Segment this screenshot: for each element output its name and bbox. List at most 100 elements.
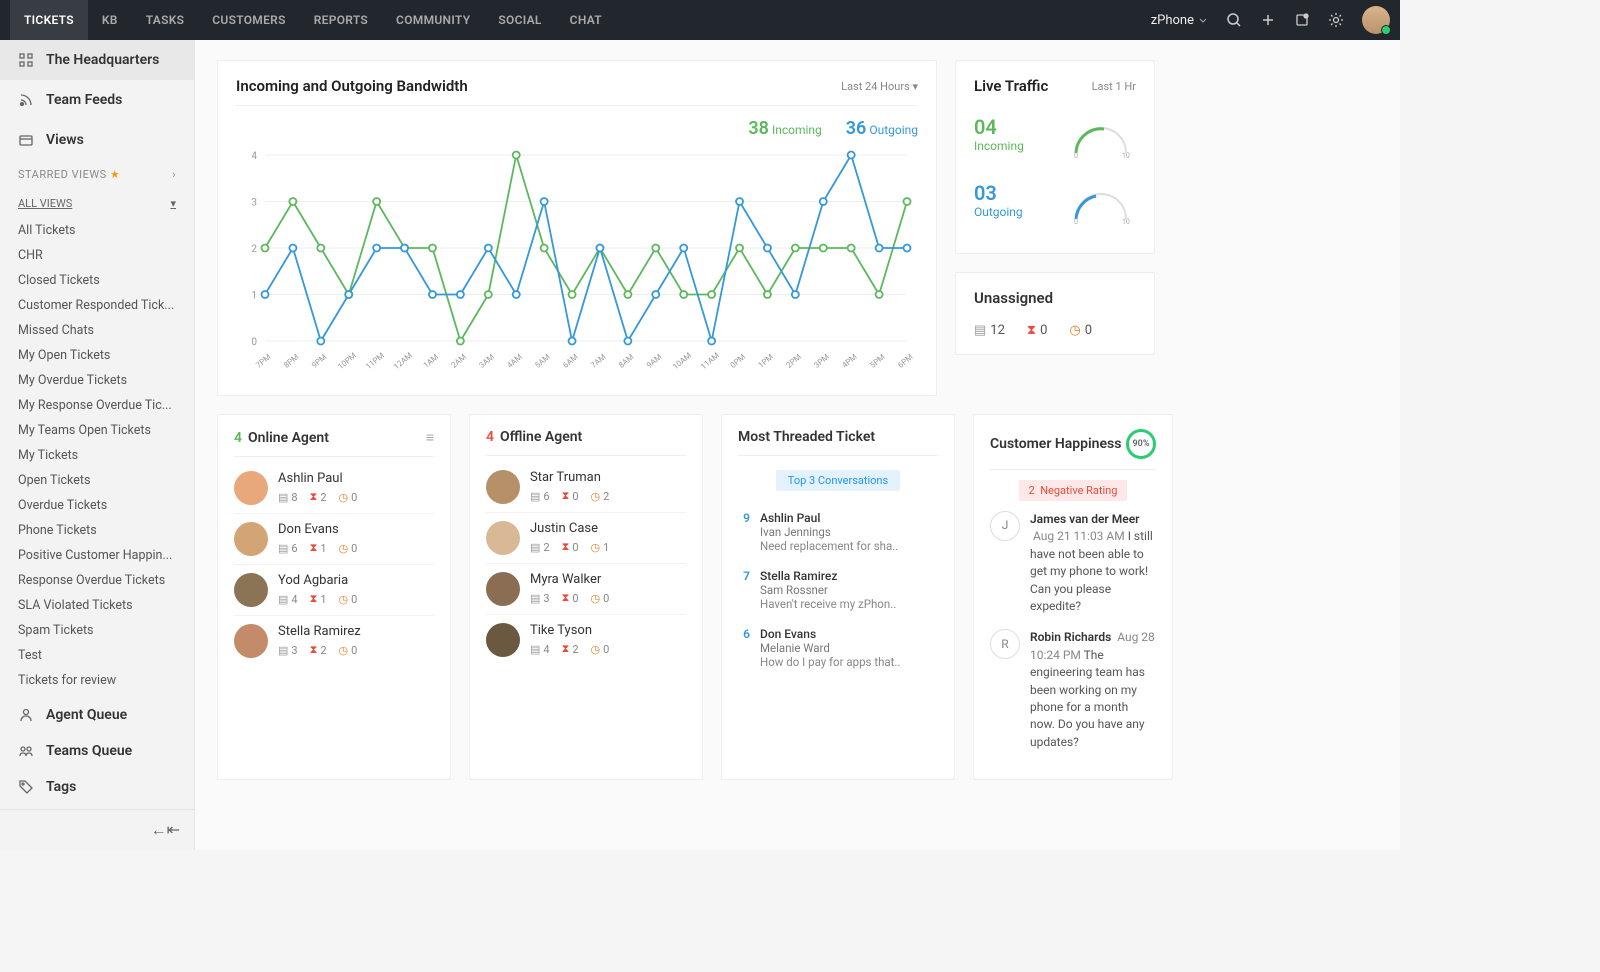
svg-text:6AM: 6AM: [561, 352, 580, 370]
view-item[interactable]: Open Tickets: [0, 468, 194, 493]
feed-icon: [18, 92, 34, 108]
hourglass-icon: ⧗: [1027, 323, 1036, 338]
most-threaded-card: Most Threaded Ticket Top 3 Conversations…: [721, 414, 955, 780]
agent-row[interactable]: Don Evans▤6⧗1◷0: [234, 514, 434, 565]
clock-icon: ◷: [339, 542, 349, 555]
svg-text:9PM: 9PM: [310, 352, 328, 370]
online-agents-card: 4Online Agent≡ Ashlin Paul▤8⧗2◷0Don Evan…: [217, 414, 451, 780]
all-views-header[interactable]: ALL VIEWS ▾: [0, 189, 194, 218]
svg-text:7AM: 7AM: [589, 352, 608, 370]
grid-icon: [18, 52, 34, 68]
tags-icon: [18, 779, 34, 795]
agent-row[interactable]: Ashlin Paul▤8⧗2◷0: [234, 463, 434, 514]
hourglass-icon: ⧗: [310, 541, 318, 555]
search-icon[interactable]: [1226, 12, 1242, 28]
user-avatar[interactable]: [1362, 6, 1390, 34]
sidebar-item-tags[interactable]: Tags: [0, 769, 194, 805]
nav-chat[interactable]: CHAT: [556, 0, 616, 40]
view-item[interactable]: My Tickets: [0, 443, 194, 468]
collapse-sidebar-button[interactable]: ←⇤: [0, 809, 194, 850]
hourglass-icon: ⧗: [562, 489, 570, 503]
sidebar-item-teams-queue[interactable]: Teams Queue: [0, 733, 194, 769]
agent-row[interactable]: Myra Walker▤3⧗0◷0: [486, 564, 686, 615]
offline-agents-card: 4Offline Agent Star Truman▤6⧗0◷2Justin C…: [469, 414, 703, 780]
clock-icon: ◷: [339, 644, 349, 657]
thread-item[interactable]: 9Ashlin PaulIvan JenningsNeed replacemen…: [738, 503, 938, 561]
view-item[interactable]: Positive Customer Happin...: [0, 543, 194, 568]
sidebar-item-views[interactable]: Views: [0, 120, 194, 160]
live-traffic-card: Live TrafficLast 1 Hr 04Incoming 010 03O…: [955, 60, 1155, 254]
agent-row[interactable]: Yod Agbaria▤4⧗1◷0: [234, 565, 434, 616]
menu-icon[interactable]: ≡: [426, 429, 434, 446]
sidebar-item-the-headquarters[interactable]: The Headquarters: [0, 40, 194, 80]
view-item[interactable]: Tickets for review: [0, 668, 194, 693]
view-item[interactable]: SLA Violated Tickets: [0, 593, 194, 618]
customer-happiness-card: Customer Happiness90% 2 Negative Rating …: [973, 414, 1173, 780]
review-item[interactable]: JJames van der Meer Aug 21 11:03 AM I st…: [990, 511, 1156, 615]
hourglass-icon: ⧗: [562, 591, 570, 605]
chevron-right-icon: ›: [172, 168, 176, 181]
view-item[interactable]: Missed Chats: [0, 318, 194, 343]
view-item[interactable]: All Tickets: [0, 218, 194, 243]
agent-name: Don Evans: [278, 522, 357, 537]
nav-social[interactable]: SOCIAL: [484, 0, 555, 40]
view-item[interactable]: Closed Tickets: [0, 268, 194, 293]
plus-icon[interactable]: [1260, 12, 1276, 28]
view-item[interactable]: Response Overdue Tickets: [0, 568, 194, 593]
agent-icon: [18, 707, 34, 723]
view-item[interactable]: Overdue Tickets: [0, 493, 194, 518]
clock-icon: ◷: [339, 491, 349, 504]
view-item[interactable]: Phone Tickets: [0, 518, 194, 543]
svg-text:8AM: 8AM: [617, 352, 636, 370]
view-item[interactable]: Customer Responded Tick...: [0, 293, 194, 318]
nav-customers[interactable]: CUSTOMERS: [198, 0, 299, 40]
nav-kb[interactable]: KB: [88, 0, 132, 40]
agent-avatar: [234, 471, 268, 505]
notification-icon[interactable]: [1294, 12, 1310, 28]
nav-community[interactable]: COMMUNITY: [382, 0, 484, 40]
agent-avatar: [234, 624, 268, 658]
agent-avatar: [486, 470, 520, 504]
gear-icon[interactable]: [1328, 12, 1344, 28]
view-item[interactable]: CHR: [0, 243, 194, 268]
agent-row[interactable]: Star Truman▤6⧗0◷2: [486, 462, 686, 513]
views-icon: [18, 132, 34, 148]
agent-row[interactable]: Stella Ramirez▤3⧗2◷0: [234, 616, 434, 666]
svg-text:10AM: 10AM: [671, 351, 693, 372]
nav-reports[interactable]: REPORTS: [300, 0, 382, 40]
svg-text:2: 2: [251, 244, 257, 255]
svg-text:1PM: 1PM: [757, 352, 775, 370]
svg-text:5AM: 5AM: [533, 352, 552, 370]
svg-text:1AM: 1AM: [422, 352, 441, 370]
starred-views-header[interactable]: STARRED VIEWS ★ ›: [0, 160, 194, 189]
agent-row[interactable]: Tike Tyson▤4⧗2◷0: [486, 615, 686, 665]
svg-text:8PM: 8PM: [282, 352, 300, 370]
agent-name: Star Truman: [530, 470, 609, 485]
hourglass-icon: ⧗: [310, 592, 318, 606]
view-item[interactable]: My Overdue Tickets: [0, 368, 194, 393]
view-item[interactable]: Test: [0, 643, 194, 668]
agent-row[interactable]: Justin Case▤2⧗0◷1: [486, 513, 686, 564]
nav-tasks[interactable]: TASKS: [132, 0, 199, 40]
svg-text:3AM: 3AM: [477, 352, 496, 370]
sidebar-item-team-feeds[interactable]: Team Feeds: [0, 80, 194, 120]
clock-icon: ◷: [1069, 323, 1080, 338]
brand-selector[interactable]: zPhone: [1151, 13, 1208, 28]
clock-icon: ◷: [339, 593, 349, 606]
view-item[interactable]: My Open Tickets: [0, 343, 194, 368]
svg-text:4AM: 4AM: [505, 352, 524, 370]
view-item[interactable]: My Teams Open Tickets: [0, 418, 194, 443]
bandwidth-title: Incoming and Outgoing Bandwidth: [236, 77, 468, 95]
clock-icon: ◷: [591, 643, 601, 656]
document-icon: ▤: [530, 592, 540, 605]
review-item[interactable]: RRobin Richards Aug 28 10:24 PM The engi…: [990, 629, 1156, 751]
thread-item[interactable]: 7Stella RamirezSam RossnerHaven't receiv…: [738, 561, 938, 619]
document-icon: ▤: [530, 643, 540, 656]
nav-tickets[interactable]: TICKETS: [10, 0, 88, 40]
bandwidth-range-selector[interactable]: Last 24 Hours ▾: [841, 80, 918, 93]
agent-name: Myra Walker: [530, 572, 609, 587]
sidebar-item-agent-queue[interactable]: Agent Queue: [0, 697, 194, 733]
view-item[interactable]: My Response Overdue Tic...: [0, 393, 194, 418]
view-item[interactable]: Spam Tickets: [0, 618, 194, 643]
thread-item[interactable]: 6Don EvansMelanie WardHow do I pay for a…: [738, 619, 938, 677]
